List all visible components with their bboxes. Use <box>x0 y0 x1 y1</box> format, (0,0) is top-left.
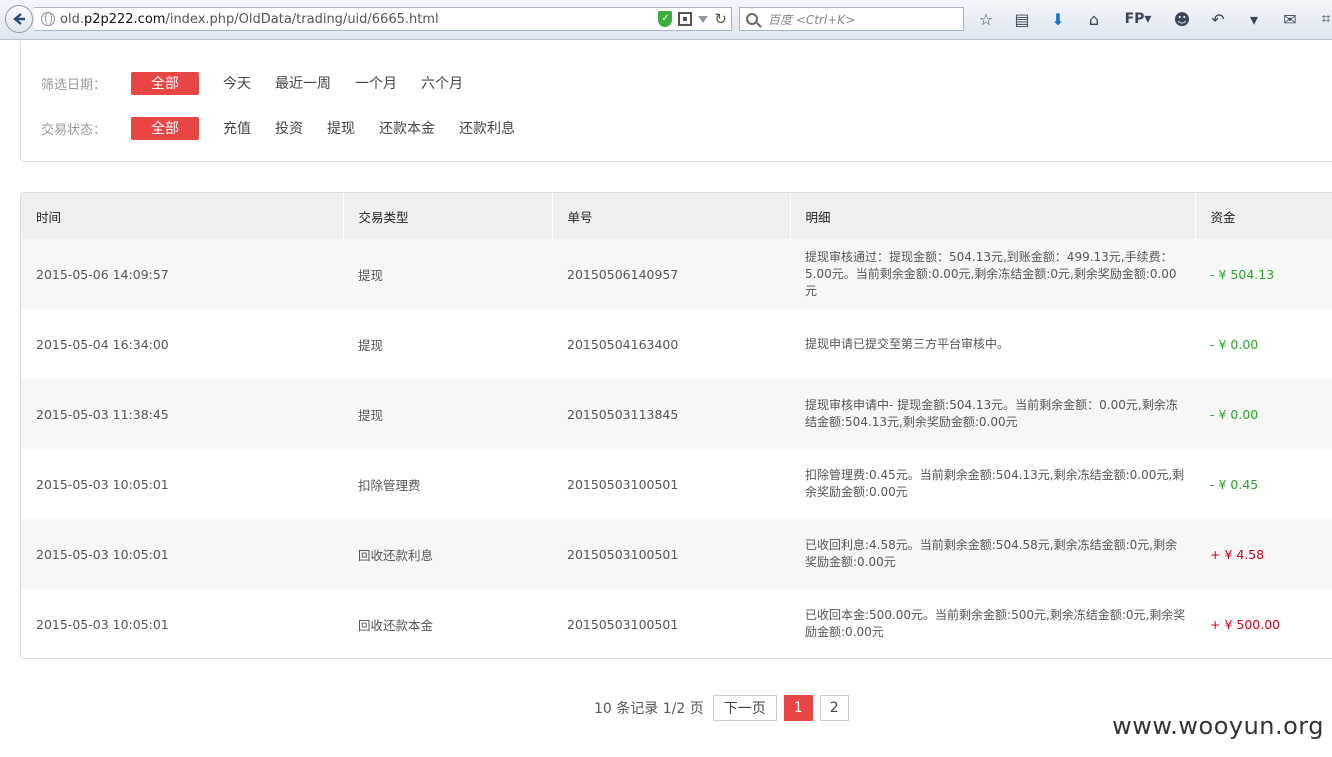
undo-icon[interactable]: ↶ <box>1207 8 1229 30</box>
table-row: 2015-05-03 11:38:45 提现 20150503113845 提现… <box>21 379 1332 449</box>
header-detail: 明细 <box>790 193 1196 239</box>
status-filter-row: 交易状态： 全部 充值 投资 提现 还款本金 还款利息 <box>41 116 539 140</box>
dropdown-icon[interactable]: ▾ <box>1243 8 1265 30</box>
table-header-row: 时间 交易类型 单号 明细 资金 <box>21 193 1332 239</box>
chat-icon[interactable]: ☻ <box>1171 8 1193 30</box>
header-amount: 资金 <box>1195 193 1332 239</box>
cell-amount: - ¥ 0.00 <box>1210 406 1259 422</box>
watermark: www.wooyun.org <box>1112 712 1324 740</box>
cell-amount: - ¥ 504.13 <box>1210 266 1275 282</box>
page-1-button[interactable]: 1 <box>783 695 813 721</box>
security-shield-icon[interactable]: ✓ <box>658 11 673 27</box>
status-option-interest[interactable]: 还款利息 <box>459 118 515 138</box>
browser-toolbar: old.p2p222.com/index.php/OldData/trading… <box>0 0 1332 40</box>
next-page-button[interactable]: 下一页 <box>712 695 777 721</box>
cell-detail: 提现申请已提交至第三方平台审核中。 <box>805 336 1010 351</box>
qr-code-icon[interactable] <box>678 12 693 26</box>
cell-order: 20150503100501 <box>567 616 679 632</box>
pagination: 10 条记录 1/2 页 下一页 1 2 <box>594 695 856 721</box>
cell-detail: 已收回本金:500.00元。当前剩余金额:500元,剩余冻结金额:0元,剩余奖励… <box>805 608 1186 639</box>
table-row: 2015-05-03 10:05:01 回收还款本金 2015050310050… <box>21 589 1332 658</box>
cell-time: 2015-05-03 10:05:01 <box>36 616 169 632</box>
cell-type: 提现 <box>358 337 384 353</box>
pagination-info: 10 条记录 1/2 页 <box>594 701 704 717</box>
date-option-today[interactable]: 今天 <box>223 73 251 93</box>
cell-time: 2015-05-03 11:38:45 <box>36 406 169 422</box>
status-option-invest[interactable]: 投资 <box>275 118 303 138</box>
status-option-principal[interactable]: 还款本金 <box>379 118 435 138</box>
cell-order: 20150503100501 <box>567 476 679 492</box>
page-2-button[interactable]: 2 <box>819 695 849 721</box>
back-arrow-icon <box>13 13 25 25</box>
fp-menu-button[interactable]: FP ▾ <box>1119 8 1157 30</box>
table-row: 2015-05-03 10:05:01 扣除管理费 20150503100501… <box>21 449 1332 519</box>
cell-detail: 已收回利息:4.58元。当前剩余金额:504.58元,剩余冻结金额:0元,剩余奖… <box>805 538 1178 569</box>
bookmark-star-icon[interactable]: ☆ <box>975 8 997 30</box>
status-option-recharge[interactable]: 充值 <box>223 118 251 138</box>
reload-icon[interactable]: ↻ <box>714 12 727 27</box>
cell-time: 2015-05-03 10:05:01 <box>36 546 169 562</box>
cell-type: 回收还款利息 <box>358 547 434 563</box>
cell-type: 提现 <box>358 267 384 283</box>
home-icon[interactable]: ⌂ <box>1083 8 1105 30</box>
date-option-all[interactable]: 全部 <box>131 71 199 95</box>
dropdown-arrow-icon[interactable] <box>698 15 709 23</box>
cell-detail: 扣除管理费:0.45元。当前剩余金额:504.13元,剩余冻结金额:0.00元,… <box>805 468 1185 499</box>
message-icon[interactable]: ✉ <box>1279 8 1301 30</box>
table-row: 2015-05-03 10:05:01 回收还款利息 2015050310050… <box>21 519 1332 589</box>
date-filter-row: 筛选日期： 全部 今天 最近一周 一个月 六个月 <box>41 71 487 95</box>
address-bar[interactable]: old.p2p222.com/index.php/OldData/trading… <box>34 7 732 31</box>
cell-detail: 提现审核申请中- 提现金额:504.13元。当前剩余金额：0.00元,剩余冻结金… <box>805 398 1178 429</box>
status-option-all[interactable]: 全部 <box>131 116 199 140</box>
cell-order: 20150503113845 <box>567 406 679 422</box>
cell-time: 2015-05-04 16:34:00 <box>36 336 169 352</box>
url-text[interactable]: old.p2p222.com/index.php/OldData/trading… <box>60 12 439 27</box>
date-filter-label: 筛选日期： <box>41 77 107 93</box>
cell-amount: + ¥ 500.00 <box>1210 616 1281 632</box>
cell-amount: - ¥ 0.45 <box>1210 476 1259 492</box>
crop-icon[interactable]: ⌗ <box>1315 8 1332 30</box>
table-row: 2015-05-06 14:09:57 提现 20150506140957 提现… <box>21 239 1332 309</box>
back-button[interactable] <box>5 5 33 33</box>
header-order: 单号 <box>552 193 791 239</box>
cell-detail: 提现审核通过：提现金额：504.13元,到账金额：499.13元,手续费：5.0… <box>805 249 1177 298</box>
cell-type: 提现 <box>358 407 384 423</box>
date-option-month[interactable]: 一个月 <box>355 73 397 93</box>
cell-order: 20150506140957 <box>567 266 679 282</box>
search-placeholder: 百度 <Ctrl+K> <box>768 12 856 27</box>
header-type: 交易类型 <box>343 193 553 239</box>
filter-panel: 筛选日期： 全部 今天 最近一周 一个月 六个月 交易状态： 全部 充值 投资 … <box>20 41 1332 162</box>
status-option-withdraw[interactable]: 提现 <box>327 118 355 138</box>
cell-type: 扣除管理费 <box>358 477 421 493</box>
cell-order: 20150504163400 <box>567 336 679 352</box>
search-icon <box>746 13 758 25</box>
cell-type: 回收还款本金 <box>358 617 434 633</box>
reading-list-icon[interactable]: ▤ <box>1011 8 1033 30</box>
status-filter-label: 交易状态： <box>41 122 107 138</box>
cell-order: 20150503100501 <box>567 546 679 562</box>
header-time: 时间 <box>21 193 344 239</box>
search-box[interactable]: 百度 <Ctrl+K> <box>739 7 964 31</box>
date-option-week[interactable]: 最近一周 <box>275 73 331 93</box>
cell-amount: + ¥ 4.58 <box>1210 546 1265 562</box>
transactions-table: 时间 交易类型 单号 明细 资金 2015-05-06 14:09:57 提现 … <box>20 192 1332 659</box>
table-row: 2015-05-04 16:34:00 提现 20150504163400 提现… <box>21 309 1332 379</box>
cell-amount: - ¥ 0.00 <box>1210 336 1259 352</box>
date-option-six-months[interactable]: 六个月 <box>421 73 463 93</box>
globe-icon <box>41 12 55 26</box>
download-icon[interactable]: ⬇ <box>1047 8 1069 30</box>
cell-time: 2015-05-06 14:09:57 <box>36 266 169 282</box>
cell-time: 2015-05-03 10:05:01 <box>36 476 169 492</box>
